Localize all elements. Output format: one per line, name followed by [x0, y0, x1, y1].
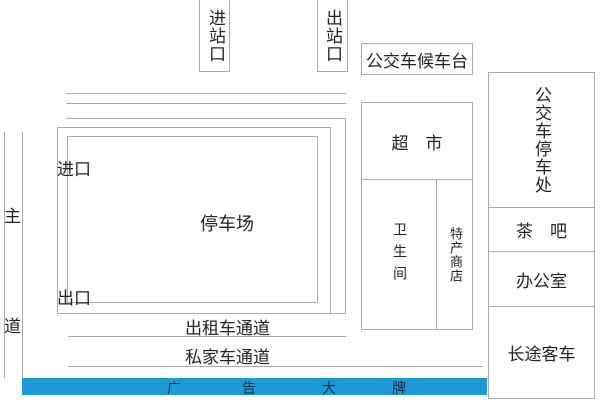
main-road-label: 主 道: [2, 150, 24, 370]
supermarket-label: 超 市: [391, 133, 443, 154]
long-distance-bus: 长途客车: [488, 306, 595, 399]
private-car-lane-label: 私家车通道: [185, 348, 270, 368]
toilet-label: 卫生间: [391, 221, 407, 288]
long-distance-bus-label: 长途客车: [507, 345, 576, 365]
specialty-store-label: 特产商店: [447, 226, 462, 283]
office: 办公室: [488, 251, 595, 307]
parking-entrance-label: 进口: [57, 160, 91, 180]
toilet: 卫生间: [361, 179, 437, 330]
main-road-char-1: 主: [4, 207, 21, 227]
supermarket: 超 市: [361, 102, 473, 180]
parking-exit-label: 出口: [57, 289, 91, 309]
billboard-char: 告: [242, 381, 256, 397]
bus-parking: 公交车停车处: [488, 72, 595, 208]
specialty-store: 特产商店: [436, 179, 473, 330]
bus-parking-label: 公交车停车处: [531, 86, 551, 194]
main-road-char-2: 道: [4, 317, 21, 337]
billboard-char: 广: [167, 381, 181, 397]
office-label: 办公室: [516, 271, 567, 292]
billboard-char: 牌: [392, 381, 406, 397]
parking-lot-title: 停车场: [200, 214, 254, 235]
billboard: 广 告 大 牌: [22, 378, 487, 397]
taxi-lane-label: 出租车通道: [185, 319, 270, 339]
billboard-char: 大: [322, 381, 336, 397]
tea-bar-label: 茶 吧: [516, 222, 567, 242]
tea-bar: 茶 吧: [488, 207, 595, 252]
